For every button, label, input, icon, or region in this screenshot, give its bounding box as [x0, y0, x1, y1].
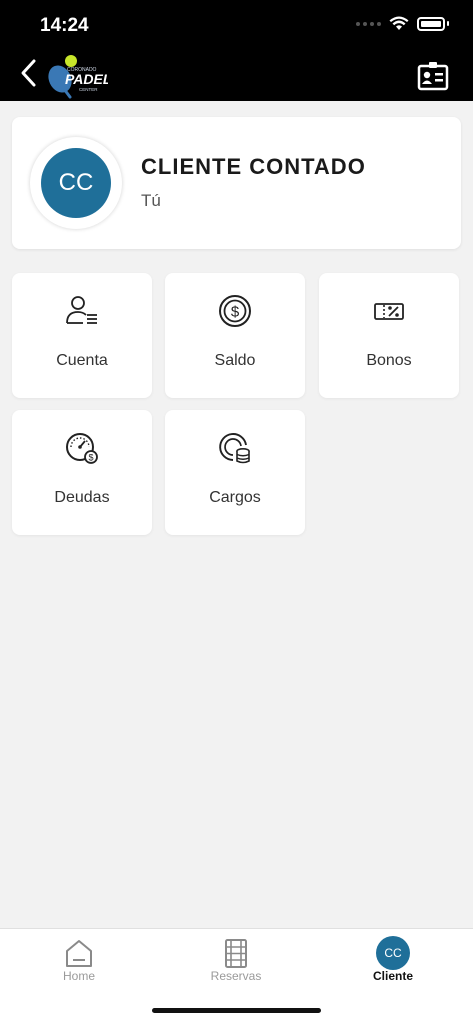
tile-label: Cargos	[209, 489, 261, 506]
avatar: CC	[41, 148, 111, 218]
film-grid-icon	[225, 939, 247, 968]
nav-label: Reservas	[210, 969, 262, 983]
svg-text:PADEL: PADEL	[65, 71, 108, 87]
user-list-icon	[66, 296, 97, 324]
signal-icon	[356, 21, 381, 26]
profile-subtitle: Tú	[141, 191, 161, 210]
top-bar: 14:24 CORONADO PADEL CENTER	[0, 0, 473, 101]
nav-label: Cliente	[372, 969, 413, 983]
profile-name: CLIENTE CONTADO	[141, 154, 366, 179]
nav-item-home[interactable]: Home	[19, 929, 139, 993]
tile-label: Cuenta	[56, 352, 108, 369]
id-card-button[interactable]	[417, 61, 449, 91]
tile-cuenta[interactable]: Cuenta	[12, 273, 152, 398]
nav-label: Home	[62, 969, 95, 983]
tile-cargos[interactable]: Cargos	[165, 410, 305, 535]
tile-bonos[interactable]: Bonos	[319, 273, 459, 398]
svg-text:$: $	[231, 304, 240, 321]
gauge-dollar-icon: $	[66, 433, 98, 464]
battery-tip	[447, 21, 449, 26]
back-button[interactable]	[18, 58, 42, 88]
coins-stack-icon	[219, 433, 250, 464]
avatar-ring: CC	[30, 137, 122, 229]
id-card-icon	[417, 62, 449, 91]
wifi-icon	[389, 16, 409, 30]
tile-label: Deudas	[54, 489, 110, 506]
dollar-coin-icon: $	[219, 295, 251, 327]
tile-deudas[interactable]: $ Deudas	[12, 410, 152, 535]
chevron-left-icon	[21, 59, 36, 87]
voucher-percent-icon	[374, 303, 404, 320]
status-icons	[356, 16, 449, 31]
nav-item-cliente[interactable]: CC Cliente	[333, 929, 453, 993]
svg-text:CENTER: CENTER	[79, 87, 98, 92]
tile-label: Saldo	[214, 352, 256, 369]
svg-text:$: $	[88, 453, 93, 463]
profile-card: CC CLIENTE CONTADO Tú	[12, 117, 461, 249]
home-indicator	[152, 1008, 321, 1013]
nav-avatar: CC	[376, 936, 410, 970]
battery-icon	[417, 16, 445, 31]
status-time: 14:24	[40, 15, 89, 36]
padel-center-logo: CORONADO PADEL CENTER	[46, 53, 111, 99]
tile-label: Bonos	[366, 352, 412, 369]
tile-saldo[interactable]: $ Saldo	[165, 273, 305, 398]
nav-item-reservas[interactable]: Reservas	[176, 929, 296, 993]
home-icon	[66, 940, 92, 967]
